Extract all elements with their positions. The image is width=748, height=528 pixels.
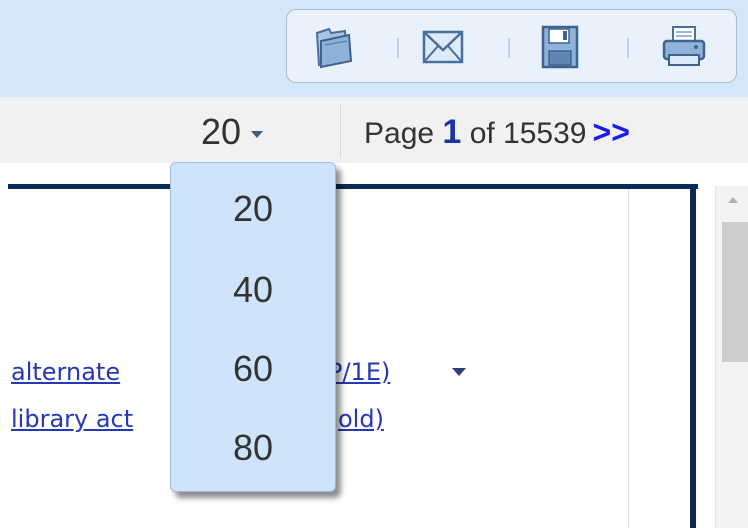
total-pages: 15539 <box>503 117 587 150</box>
caret-down-icon[interactable] <box>452 368 466 376</box>
library-action-link[interactable]: library act <box>11 404 133 434</box>
per-page-option-60[interactable]: 60 <box>171 349 335 389</box>
action-toolbar <box>286 9 737 83</box>
per-page-option-80[interactable]: 80 <box>171 428 335 468</box>
save-button[interactable] <box>535 23 585 71</box>
results-panel-border <box>690 184 696 528</box>
scrollbar-thumb[interactable] <box>722 222 748 362</box>
per-page-option-20[interactable]: 20 <box>171 189 335 229</box>
current-page: 1 <box>442 113 462 151</box>
email-icon <box>422 30 464 64</box>
print-button[interactable] <box>659 23 709 71</box>
email-button[interactable] <box>418 23 468 71</box>
per-page-option-40[interactable]: 40 <box>171 270 335 310</box>
toolbar-separator <box>627 38 629 58</box>
per-page-value: 20 <box>201 111 242 152</box>
alternate-format-link[interactable]: alternate <box>11 357 120 387</box>
results-per-page-select[interactable]: 20 <box>201 111 264 152</box>
page-word: Page <box>364 117 435 150</box>
results-column-divider <box>628 189 629 528</box>
page-indicator: Page 1 of 15539 >> <box>364 114 630 152</box>
alternate-format-link-end[interactable]: P/1E) <box>328 357 390 387</box>
of-word: of <box>469 117 495 150</box>
toolbar-separator <box>397 38 399 58</box>
folder-button[interactable] <box>309 23 359 71</box>
scroll-up-icon[interactable] <box>728 197 738 203</box>
library-action-link-end[interactable]: old) <box>338 404 384 434</box>
pager-divider <box>340 104 341 158</box>
toolbar-separator <box>508 38 510 58</box>
results-panel-border <box>8 184 698 189</box>
chevron-down-icon <box>251 130 264 138</box>
next-page-button[interactable]: >> <box>593 114 630 150</box>
per-page-dropdown: 20 40 60 80 <box>170 162 336 492</box>
folder-icon <box>315 27 353 69</box>
save-icon <box>541 25 579 69</box>
print-icon <box>662 26 706 66</box>
